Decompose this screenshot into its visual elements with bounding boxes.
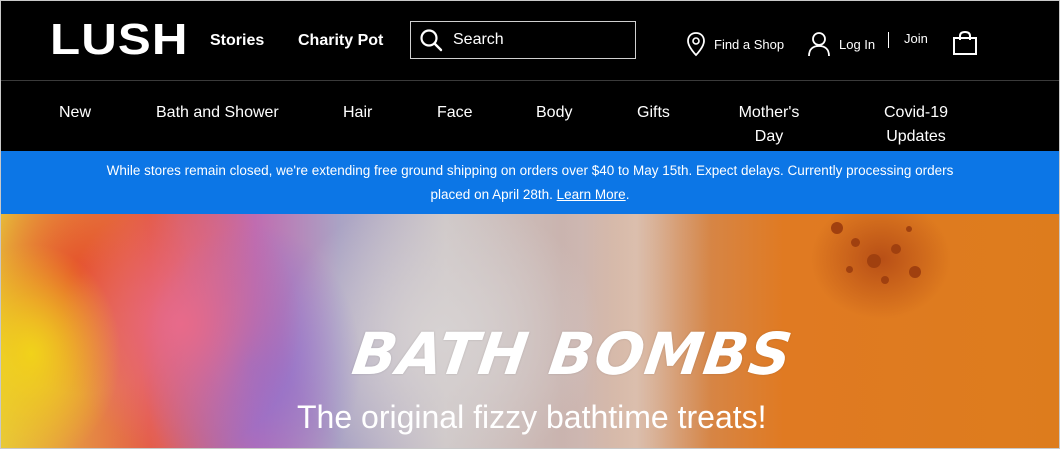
nav-item-bath-shower[interactable]: Bath and Shower <box>156 101 279 125</box>
search-input[interactable] <box>451 30 625 50</box>
mothers-day-line2: Day <box>754 128 784 145</box>
hero-title: BATH BOMBS <box>348 320 797 388</box>
hero-banner[interactable]: BATH BOMBS The original fizzy bathtime t… <box>1 214 1059 448</box>
user-icon <box>808 32 830 57</box>
search-box[interactable] <box>410 21 636 59</box>
map-pin-icon <box>687 32 705 57</box>
hero-bubble <box>867 254 881 268</box>
covid-line2: Updates <box>886 128 946 145</box>
stories-link[interactable]: Stories <box>210 32 264 50</box>
charity-pot-link[interactable]: Charity Pot <box>298 32 383 50</box>
nav-item-body[interactable]: Body <box>536 101 572 125</box>
notice-text-line2: placed on April 28th. <box>430 187 553 202</box>
login-link[interactable]: Log In <box>807 31 875 57</box>
hero-bubble <box>831 222 843 234</box>
nav-item-hair[interactable]: Hair <box>343 101 372 125</box>
join-link[interactable]: Join <box>904 31 928 46</box>
hero-bubble <box>846 266 853 273</box>
nav-item-gifts[interactable]: Gifts <box>637 101 670 125</box>
page-frame: LUSH Stories Charity Pot Find a Shop Log… <box>0 0 1060 449</box>
hero-bubble <box>851 238 860 247</box>
find-shop-label: Find a Shop <box>714 36 785 52</box>
mothers-day-line1: Mother's <box>738 104 800 121</box>
login-label: Log In <box>839 36 876 52</box>
nav-item-new[interactable]: New <box>59 101 91 125</box>
login-join-divider <box>888 32 889 48</box>
shopping-bag-icon <box>953 30 977 55</box>
notice-suffix: . <box>625 187 630 202</box>
shipping-notice-banner: While stores remain closed, we're extend… <box>1 151 1059 214</box>
nav-item-mothers-day[interactable]: Mother's Day <box>731 101 807 154</box>
lush-logo[interactable]: LUSH <box>50 18 189 62</box>
header-top: LUSH Stories Charity Pot Find a Shop Log… <box>1 1 1059 81</box>
hero-subtitle: The original fizzy bathtime treats! <box>297 399 767 435</box>
cart-button[interactable] <box>951 30 987 56</box>
covid-line1: Covid-19 <box>883 104 949 121</box>
hero-bubble <box>906 226 912 232</box>
notice-text-line1: While stores remain closed, we're extend… <box>106 163 954 178</box>
hero-bubble <box>881 276 889 284</box>
hero-bubble <box>909 266 921 278</box>
search-icon <box>420 29 443 52</box>
join-label: Join <box>904 31 928 46</box>
find-shop-link[interactable]: Find a Shop <box>686 31 784 57</box>
nav-item-covid-updates[interactable]: Covid-19 Updates <box>877 101 955 154</box>
main-nav: New Bath and Shower Hair Face Body Gifts… <box>1 81 1059 154</box>
learn-more-link[interactable]: Learn More <box>557 187 626 202</box>
notice-line2: placed on April 28th. Learn More. <box>1 183 1059 207</box>
nav-item-face[interactable]: Face <box>437 101 473 125</box>
hero-bubble <box>891 244 901 254</box>
